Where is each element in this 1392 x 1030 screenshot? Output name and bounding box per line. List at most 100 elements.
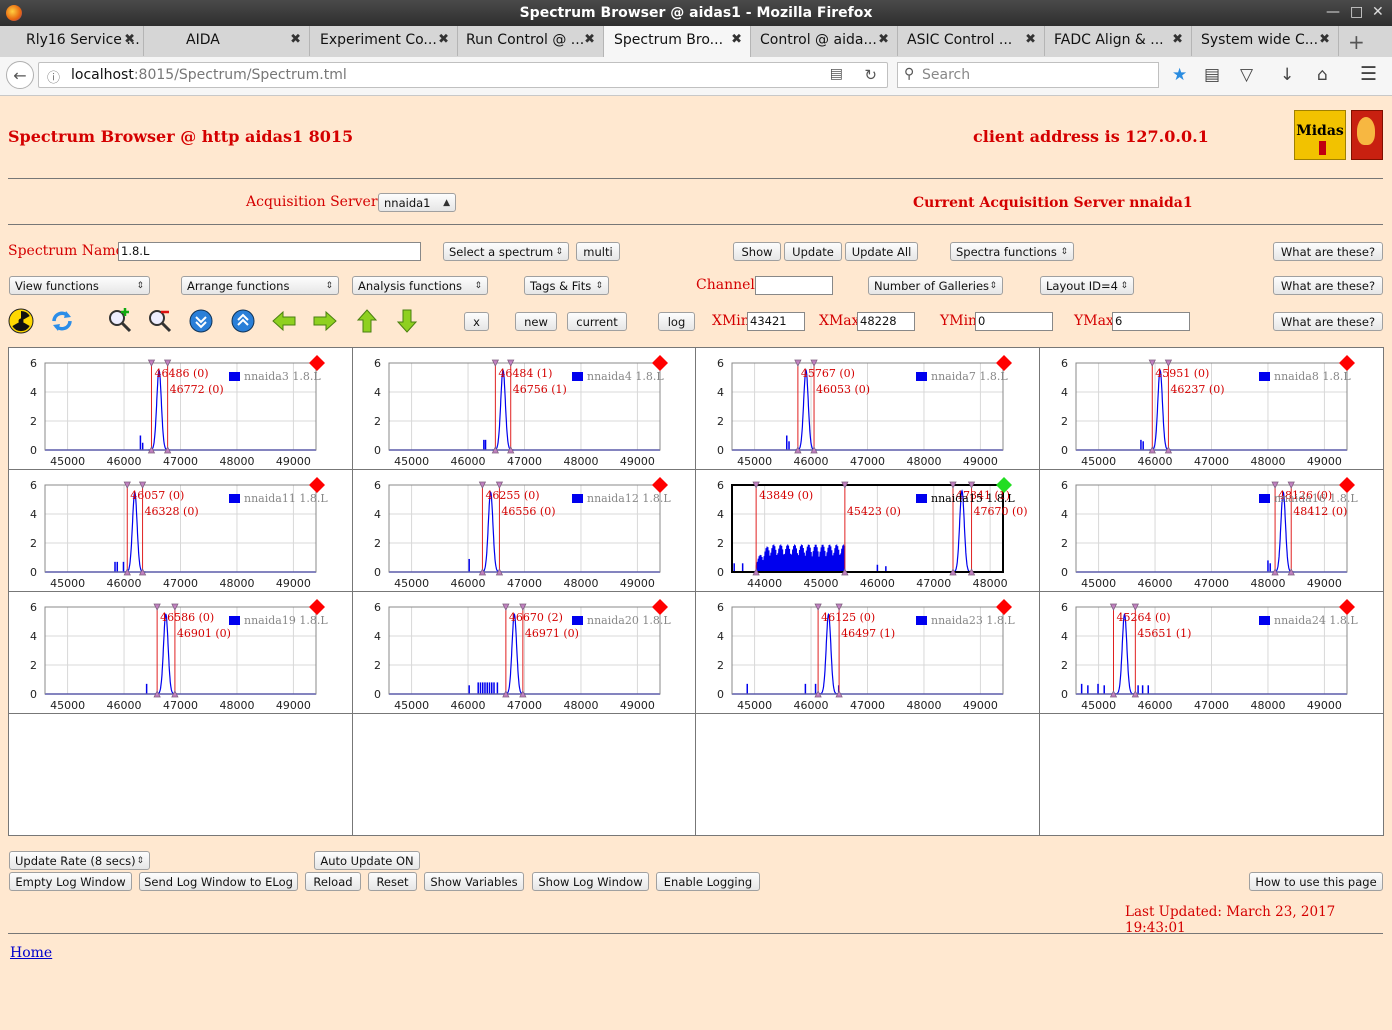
marker-label: 45264 (0) <box>1116 611 1170 624</box>
arrow-up-icon[interactable] <box>354 308 380 334</box>
spectrum-panel[interactable]: 45000 46000 47000 48000 49000 0 2 4 6 46255 (0) 46… <box>353 470 696 592</box>
info-icon[interactable]: ⓘ <box>47 67 60 86</box>
spectrum-panel[interactable]: 45000 46000 47000 48000 49000 0 2 4 6 46670 (2) 46… <box>353 592 696 714</box>
spectrum-panel[interactable]: 45000 46000 47000 48000 49000 0 2 4 6 48126 (0) 48… <box>1040 470 1383 592</box>
what-are-these-button-2[interactable]: What are these? <box>1273 276 1383 295</box>
enable-logging-button[interactable]: Enable Logging <box>656 872 760 891</box>
xmax-input[interactable]: 48228 <box>857 312 915 331</box>
spectrum-panel[interactable]: 45000 46000 47000 48000 49000 0 2 4 6 46125 (0) 46… <box>696 592 1040 714</box>
tab-asic-control[interactable]: ASIC Control ... ✖ <box>897 26 1045 56</box>
url-bar[interactable]: ⓘ localhost:8015/Spectrum/Spectrum.tml ▤… <box>38 62 888 88</box>
empty-panel[interactable] <box>9 714 353 835</box>
tab-close-icon[interactable]: ✖ <box>124 32 135 47</box>
tab-run-control[interactable]: Run Control @ ... ✖ <box>456 26 604 56</box>
spectrum-name-input[interactable]: 1.8.L <box>118 242 421 261</box>
arrow-right-icon[interactable] <box>312 308 338 334</box>
log-button[interactable]: log <box>658 312 695 331</box>
tags-fits-select[interactable]: Tags & Fits ⇕ <box>524 276 609 295</box>
arrow-left-icon[interactable] <box>271 308 297 334</box>
auto-update-button[interactable]: Auto Update ON <box>314 851 420 870</box>
empty-panel[interactable] <box>353 714 696 835</box>
tab-close-icon[interactable]: ✖ <box>731 32 742 47</box>
update-all-button[interactable]: Update All <box>845 242 918 261</box>
channel-input[interactable] <box>755 276 833 295</box>
x-button[interactable]: x <box>464 312 489 331</box>
update-rate-select[interactable]: Update Rate (8 secs) ⇕ <box>9 851 150 870</box>
tab-close-icon[interactable]: ✖ <box>878 32 889 47</box>
galleries-select[interactable]: Number of Galleries ⇕ <box>868 276 1003 295</box>
spectrum-panel[interactable]: 45000 46000 47000 48000 49000 0 2 4 6 45951 (0) 46… <box>1040 348 1383 470</box>
scroll-up-icon[interactable] <box>230 308 256 334</box>
reload-button[interactable]: Reload <box>305 872 361 891</box>
xmin-input[interactable]: 43421 <box>747 312 805 331</box>
what-are-these-button-1[interactable]: What are these? <box>1273 242 1383 261</box>
zoom-out-icon[interactable] <box>147 308 173 334</box>
tab-rly16[interactable]: Rly16 Service ... ✖ <box>0 26 144 56</box>
show-variables-button[interactable]: Show Variables <box>424 872 524 891</box>
bookmark-star-icon[interactable]: ★ <box>1172 65 1187 85</box>
tab-close-icon[interactable]: ✖ <box>438 32 449 47</box>
arrange-functions-select[interactable]: Arrange functions ⇕ <box>181 276 339 295</box>
radiation-icon[interactable] <box>8 308 34 334</box>
spectrum-panel[interactable]: 45000 46000 47000 48000 49000 0 2 4 6 45767 (0) 46… <box>696 348 1040 470</box>
home-link[interactable]: Home <box>10 945 52 961</box>
library-icon[interactable]: ▤ <box>1204 65 1220 85</box>
arrow-down-icon[interactable] <box>394 308 420 334</box>
reload-icon[interactable]: ↻ <box>864 66 877 84</box>
new-button[interactable]: new <box>515 312 557 331</box>
tab-close-icon[interactable]: ✖ <box>1025 32 1036 47</box>
spectrum-panel[interactable]: 45000 46000 47000 48000 49000 0 2 4 6 46484 (1) 46… <box>353 348 696 470</box>
layout-select[interactable]: Layout ID=4 ⇕ <box>1040 276 1134 295</box>
show-log-window-button[interactable]: Show Log Window <box>532 872 649 891</box>
empty-panel[interactable] <box>696 714 1040 835</box>
how-to-use-button[interactable]: How to use this page <box>1249 872 1383 891</box>
pocket-icon[interactable]: ▽ <box>1240 65 1253 85</box>
update-button[interactable]: Update <box>784 242 842 261</box>
search-input[interactable]: ⚲ Search <box>897 62 1159 88</box>
reset-button[interactable]: Reset <box>368 872 417 891</box>
spectrum-panel[interactable]: 45000 46000 47000 48000 49000 0 2 4 6 46057 (0) 46… <box>9 470 353 592</box>
spectrum-panel[interactable]: 45000 46000 47000 48000 49000 0 2 4 6 46486 (0) 46… <box>9 348 353 470</box>
ymin-input[interactable]: 0 <box>975 312 1053 331</box>
tab-system-wide[interactable]: System wide C... ✖ <box>1191 26 1339 56</box>
acq-server-select[interactable]: nnaida1 ▲ <box>378 193 456 212</box>
download-icon[interactable]: ↓ <box>1280 65 1294 85</box>
tab-close-icon[interactable]: ✖ <box>290 32 301 47</box>
select-spectrum-select[interactable]: Select a spectrum ⇕ <box>443 242 569 261</box>
tab-spectrum-browser[interactable]: Spectrum Bro... ✖ <box>603 26 751 58</box>
y-tick-label: 2 <box>374 415 381 428</box>
home-icon[interactable]: ⌂ <box>1317 65 1328 85</box>
tab-aida[interactable]: AIDA ✖ <box>160 26 310 56</box>
zoom-in-icon[interactable] <box>107 308 133 334</box>
menu-icon[interactable]: ☰ <box>1360 63 1377 85</box>
refresh-icon[interactable] <box>49 308 75 334</box>
scroll-down-icon[interactable] <box>188 308 214 334</box>
what-are-these-button-3[interactable]: What are these? <box>1273 312 1383 331</box>
new-tab-icon[interactable]: + <box>1348 30 1365 54</box>
show-button[interactable]: Show <box>733 242 781 261</box>
analysis-functions-select[interactable]: Analysis functions ⇕ <box>352 276 488 295</box>
tab-experiment-control[interactable]: Experiment Co... ✖ <box>308 26 458 56</box>
multi-button[interactable]: multi <box>576 242 620 261</box>
empty-panel[interactable] <box>1040 714 1383 835</box>
tab-close-icon[interactable]: ✖ <box>1319 32 1330 47</box>
spectra-functions-select[interactable]: Spectra functions ⇕ <box>950 242 1074 261</box>
view-functions-select[interactable]: View functions ⇕ <box>9 276 150 295</box>
spectrum-panel[interactable]: 44000 45000 46000 47000 48000 0 2 4 6 43849 (0) 45… <box>696 470 1040 592</box>
reader-view-icon[interactable]: ▤ <box>830 66 843 82</box>
tab-close-icon[interactable]: ✖ <box>1172 32 1183 47</box>
current-button[interactable]: current <box>567 312 627 331</box>
y-tick-label: 2 <box>30 659 37 672</box>
spectrum-panel[interactable]: 45000 46000 47000 48000 49000 0 2 4 6 45264 (0) 45… <box>1040 592 1383 714</box>
close-window-icon[interactable]: ✕ <box>1372 4 1384 20</box>
minimize-icon[interactable]: — <box>1326 4 1340 20</box>
back-button[interactable]: ← <box>6 61 34 89</box>
maximize-icon[interactable]: □ <box>1350 4 1363 20</box>
ymax-input[interactable]: 6 <box>1112 312 1190 331</box>
empty-log-button[interactable]: Empty Log Window <box>9 872 132 891</box>
tab-control-aida[interactable]: Control @ aida... ✖ <box>750 26 898 56</box>
send-log-elog-button[interactable]: Send Log Window to ELog <box>139 872 298 891</box>
spectrum-panel[interactable]: 45000 46000 47000 48000 49000 0 2 4 6 46586 (0) 46… <box>9 592 353 714</box>
tab-close-icon[interactable]: ✖ <box>584 32 595 47</box>
tab-fadc-align[interactable]: FADC Align & ... ✖ <box>1044 26 1192 56</box>
